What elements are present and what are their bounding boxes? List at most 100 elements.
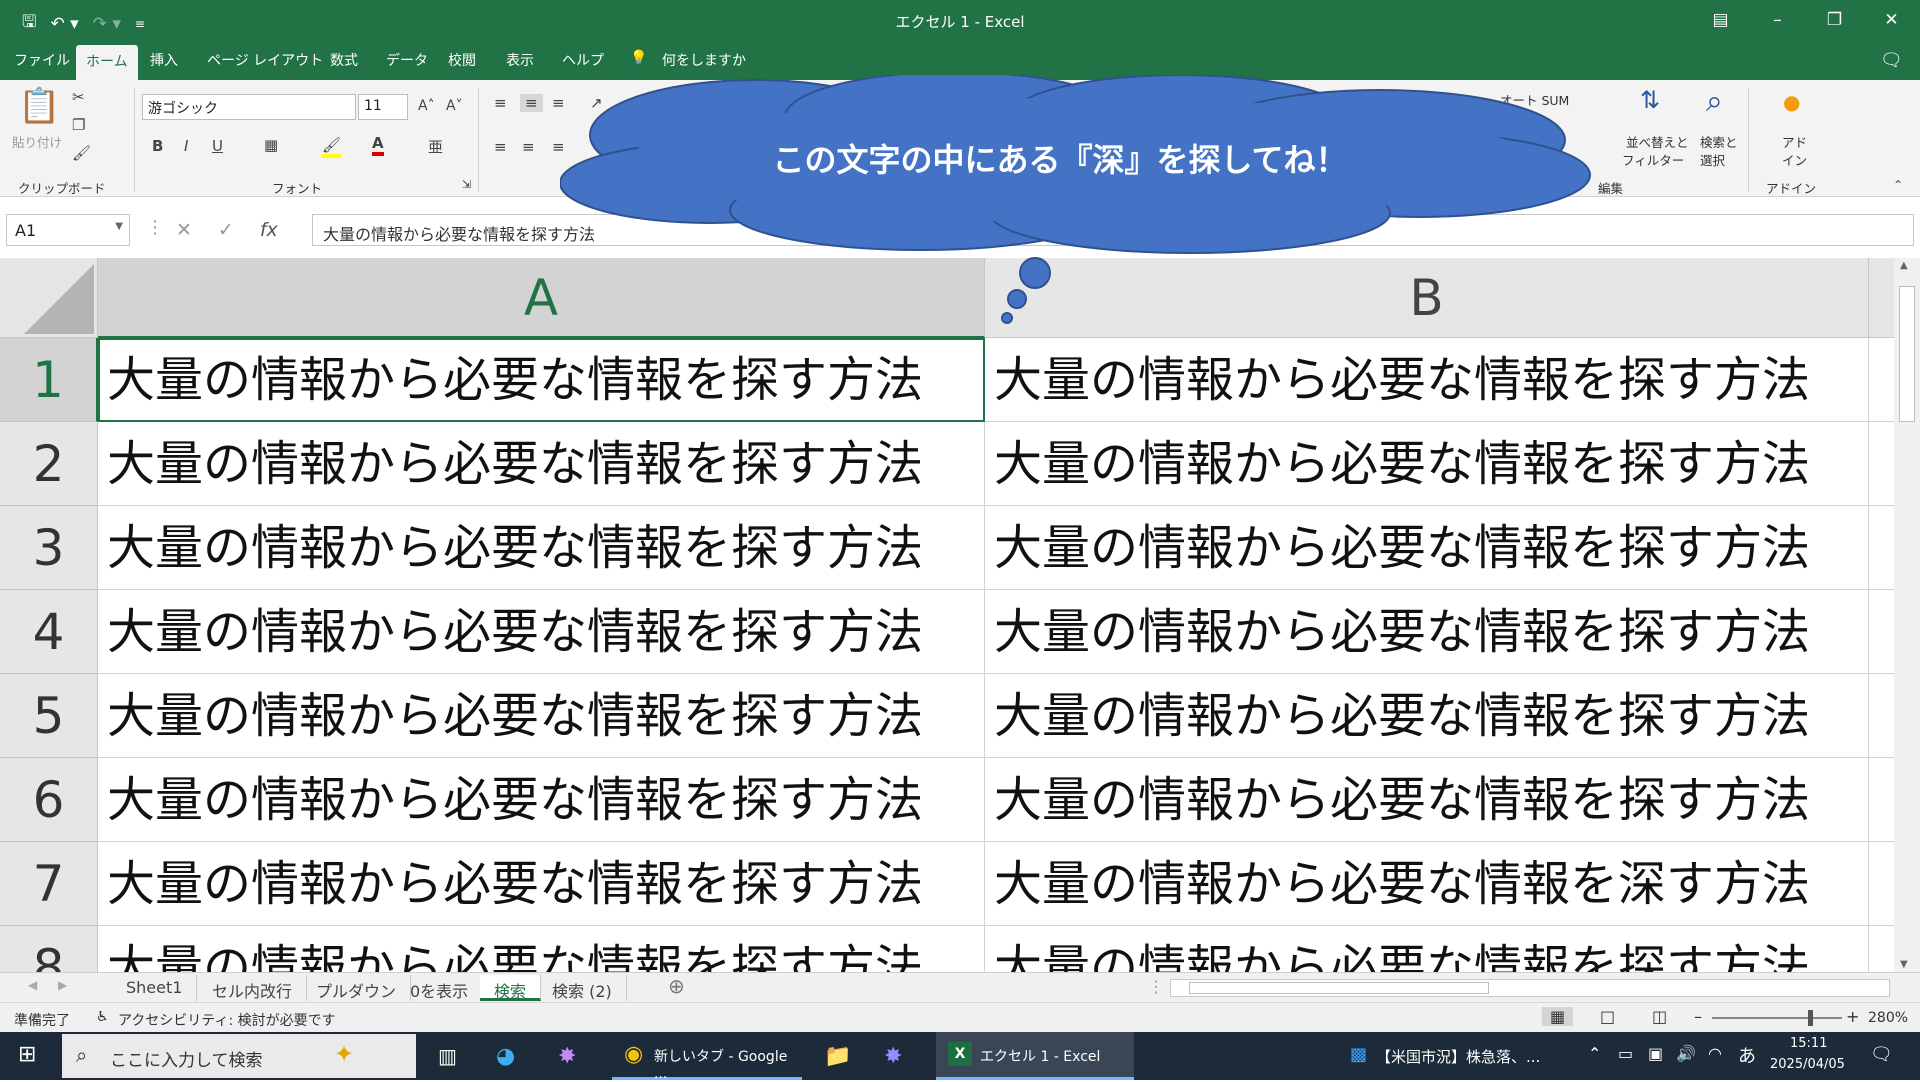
sheet-tab-search-2[interactable]: 検索 (2): [538, 975, 627, 1001]
tell-me-search[interactable]: 何をしますか: [662, 50, 746, 70]
fill-color-icon[interactable]: 🖌: [322, 136, 342, 158]
cell-a2[interactable]: 大量の情報から必要な情報を探す方法: [98, 422, 985, 506]
addin-label-2[interactable]: イン: [1782, 150, 1807, 169]
format-painter-icon[interactable]: 🖌: [72, 144, 91, 162]
cut-icon[interactable]: ✂: [72, 88, 85, 106]
cancel-icon[interactable]: ✕: [176, 219, 192, 241]
borders-icon[interactable]: ▦: [264, 136, 278, 154]
addin-label-1[interactable]: アド: [1782, 132, 1807, 151]
page-layout-view-icon[interactable]: □: [1600, 1007, 1615, 1026]
bold-button[interactable]: B: [152, 137, 163, 155]
dialog-launcher-icon[interactable]: ⇲: [462, 178, 471, 191]
tab-file[interactable]: ファイル: [14, 50, 70, 70]
cell-b8[interactable]: 大量の情報から必要な情報を探す方法: [985, 926, 1869, 972]
scroll-thumb[interactable]: [1899, 286, 1915, 422]
tab-home[interactable]: ホーム: [76, 45, 138, 80]
scroll-tabs-left-icon[interactable]: ◀: [28, 978, 37, 992]
scroll-down-icon[interactable]: ▼: [1900, 959, 1908, 970]
file-explorer-icon[interactable]: 📁: [824, 1044, 851, 1069]
decrease-font-icon[interactable]: A˅: [446, 98, 463, 114]
addin-icon[interactable]: ●: [1783, 90, 1800, 114]
scroll-up-icon[interactable]: ▲: [1900, 260, 1908, 271]
zoom-slider-thumb[interactable]: [1808, 1010, 1813, 1026]
row-header[interactable]: 6: [0, 758, 98, 842]
row-header[interactable]: 1: [0, 338, 98, 422]
horizontal-scrollbar[interactable]: [1170, 979, 1890, 997]
paste-icon[interactable]: 📋: [18, 86, 60, 126]
column-header-a[interactable]: A: [98, 258, 985, 338]
windows-start-icon[interactable]: ⊞: [18, 1042, 36, 1067]
row-header[interactable]: 5: [0, 674, 98, 758]
row-header[interactable]: 2: [0, 422, 98, 506]
insert-function-icon[interactable]: fx: [260, 219, 278, 241]
row-header[interactable]: 3: [0, 506, 98, 590]
chevron-down-icon[interactable]: ▼: [115, 221, 123, 232]
comments-icon[interactable]: 🗨: [1880, 50, 1903, 71]
notification-icon[interactable]: 🗨: [1870, 1044, 1893, 1065]
maximize-icon[interactable]: ❐: [1806, 0, 1863, 40]
tab-data[interactable]: データ: [386, 50, 428, 70]
vertical-scrollbar[interactable]: ▲ ▼: [1894, 258, 1920, 972]
tab-insert[interactable]: 挿入: [150, 50, 178, 70]
task-view-icon[interactable]: ▥: [438, 1044, 457, 1068]
paste-button[interactable]: 貼り付け: [12, 132, 62, 151]
font-name-combo[interactable]: 游ゴシック: [142, 94, 356, 120]
sheet-tab-show-zero[interactable]: 0を表示: [396, 975, 484, 1001]
tab-review[interactable]: 校閲: [448, 50, 476, 70]
find-select-label-2[interactable]: 選択: [1700, 150, 1725, 169]
font-color-icon[interactable]: A: [372, 134, 384, 156]
m365-icon[interactable]: ✸: [884, 1044, 902, 1069]
align-center-icon[interactable]: ≡: [522, 138, 535, 156]
copilot-icon[interactable]: ✸: [558, 1044, 576, 1069]
phonetic-icon[interactable]: 亜: [428, 136, 443, 157]
splitter-icon[interactable]: ⋮: [1148, 977, 1164, 996]
taskbar-search-box[interactable]: ⌕ ここに入力して検索 ✦: [62, 1034, 416, 1078]
column-header-b[interactable]: B: [985, 258, 1869, 338]
sort-filter-icon[interactable]: ⇅: [1640, 86, 1660, 114]
row-header[interactable]: 8: [0, 926, 98, 972]
tab-formulas[interactable]: 数式: [330, 50, 358, 70]
underline-button[interactable]: U: [212, 137, 223, 155]
wifi-icon[interactable]: ◠: [1708, 1044, 1722, 1063]
find-select-label-1[interactable]: 検索と: [1700, 132, 1738, 151]
cell-b7[interactable]: 大量の情報から必要な情報を深す方法: [985, 842, 1869, 926]
tab-help[interactable]: ヘルプ: [562, 50, 604, 70]
cell-a4[interactable]: 大量の情報から必要な情報を探す方法: [98, 590, 985, 674]
increase-font-icon[interactable]: A˄: [418, 98, 435, 114]
cell-b6[interactable]: 大量の情報から必要な情報を探す方法: [985, 758, 1869, 842]
cell-a3[interactable]: 大量の情報から必要な情報を探す方法: [98, 506, 985, 590]
news-icon[interactable]: ▩: [1350, 1044, 1367, 1065]
taskbar-excel[interactable]: X エクセル 1 - Excel: [936, 1032, 1134, 1080]
sheet-tab-search[interactable]: 検索: [480, 975, 542, 1001]
minimize-icon[interactable]: –: [1749, 0, 1806, 40]
select-all-button[interactable]: [0, 258, 98, 338]
cell-b5[interactable]: 大量の情報から必要な情報を探す方法: [985, 674, 1869, 758]
scroll-tabs-right-icon[interactable]: ▶: [58, 978, 67, 992]
row-header[interactable]: 7: [0, 842, 98, 926]
camera-icon[interactable]: ▣: [1648, 1044, 1663, 1063]
taskbar-chrome[interactable]: ◉ 新しいタブ - Google ...: [612, 1032, 802, 1082]
cell-b1[interactable]: 大量の情報から必要な情報を探す方法: [985, 338, 1869, 422]
align-left-icon[interactable]: ≡: [494, 138, 507, 156]
zoom-out-icon[interactable]: –: [1694, 1007, 1702, 1026]
cell-a8[interactable]: 大量の情報から必要な情報を探す方法: [98, 926, 985, 972]
align-top-icon[interactable]: ≡: [494, 94, 507, 112]
sheet-tab-pulldown[interactable]: プルダウン: [302, 975, 412, 1001]
font-size-combo[interactable]: 11: [358, 94, 408, 120]
cell-a5[interactable]: 大量の情報から必要な情報を探す方法: [98, 674, 985, 758]
news-headline[interactable]: 【米国市況】株急落、...: [1376, 1046, 1540, 1067]
volume-icon[interactable]: 🔊: [1676, 1044, 1696, 1063]
sort-filter-label-1[interactable]: 並べ替えと: [1626, 132, 1689, 151]
ribbon-display-icon[interactable]: ▤: [1692, 0, 1749, 40]
zoom-level[interactable]: 280%: [1868, 1010, 1908, 1026]
row-header[interactable]: 4: [0, 590, 98, 674]
search-icon[interactable]: ⌕: [1706, 84, 1723, 119]
battery-icon[interactable]: ▭: [1618, 1044, 1633, 1063]
collapse-ribbon-icon[interactable]: ⌃: [1893, 178, 1903, 192]
ime-indicator[interactable]: あ: [1738, 1042, 1756, 1068]
normal-view-icon[interactable]: ▦: [1542, 1007, 1574, 1026]
page-break-view-icon[interactable]: ◫: [1652, 1007, 1667, 1026]
italic-button[interactable]: I: [184, 137, 188, 155]
cell-b3[interactable]: 大量の情報から必要な情報を探す方法: [985, 506, 1869, 590]
zoom-in-icon[interactable]: +: [1846, 1007, 1859, 1026]
